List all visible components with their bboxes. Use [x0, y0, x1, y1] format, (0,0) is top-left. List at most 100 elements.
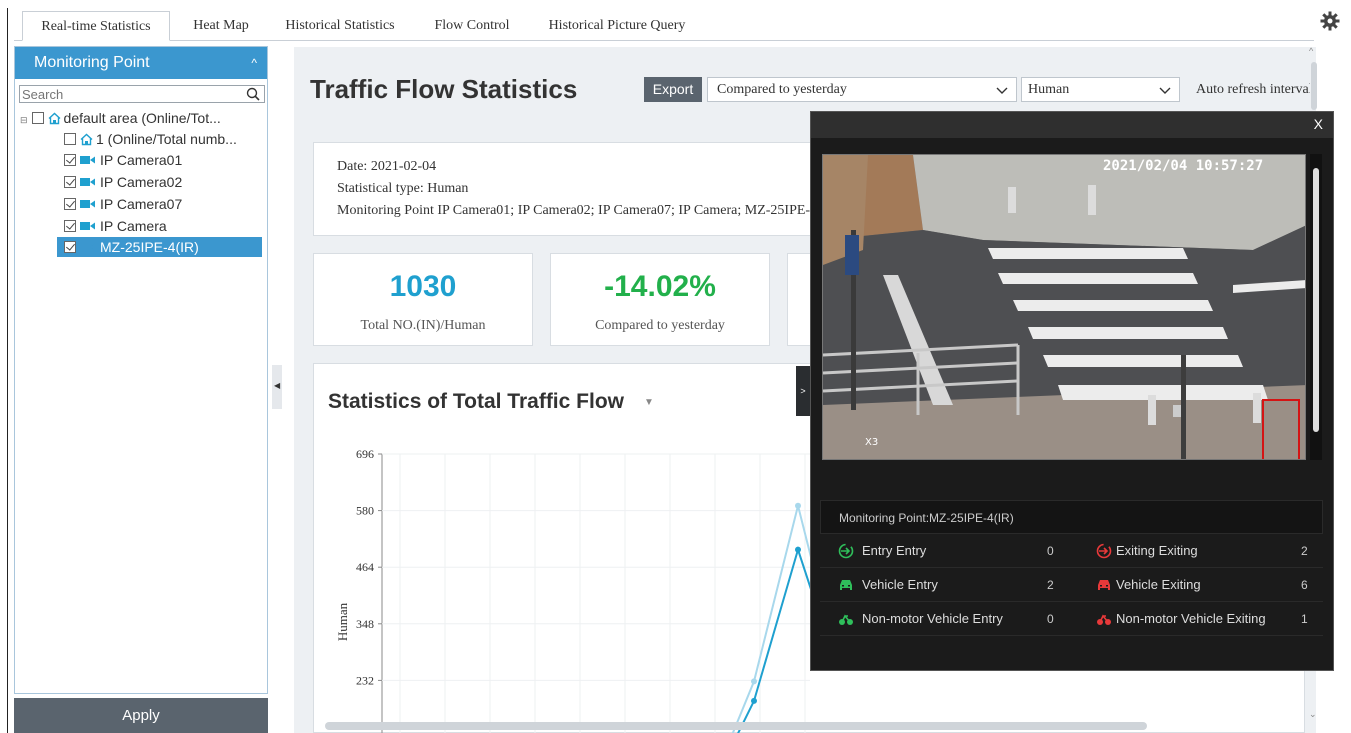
scroll-thumb[interactable] [1313, 168, 1319, 432]
tree-row-default-area[interactable]: ⊟ default area (Online/Tot... [20, 108, 221, 128]
chevron-up-icon[interactable]: ^ [251, 47, 257, 79]
checkbox[interactable] [64, 133, 76, 145]
nonmotor-entry-value: 0 [1047, 612, 1054, 626]
exit-value: 2 [1301, 544, 1308, 558]
vehicle-exit-label: Vehicle Exiting [1116, 577, 1201, 592]
tree-row-area-1[interactable]: 1 (Online/Total numb... [64, 129, 237, 149]
popup-titlebar: X [811, 112, 1333, 138]
compare-label: Compared to yesterday [595, 318, 725, 333]
info-date: Date: 2021-02-04 [337, 159, 437, 174]
stat-row-entry: Entry Entry 0 Exiting Exiting 2 [820, 534, 1323, 568]
y-tick-label: 696 [356, 447, 374, 461]
checkbox[interactable] [64, 198, 76, 210]
apply-button[interactable]: Apply [14, 698, 268, 733]
tab-flow-control[interactable]: Flow Control [422, 11, 522, 41]
popup-scrollbar[interactable] [1310, 154, 1322, 460]
tab-bar: Real-time Statistics Heat Map Historical… [14, 11, 1314, 41]
nonmotor-exit-label: Non-motor Vehicle Exiting [1116, 611, 1266, 626]
camera-icon [80, 243, 95, 251]
scroll-down-icon[interactable]: ⌄ [1309, 709, 1317, 720]
data-point [751, 697, 757, 704]
page-title: Traffic Flow Statistics [310, 74, 578, 104]
data-point [751, 678, 757, 685]
search-icon[interactable] [246, 87, 260, 101]
zoom-indicator: X3 [865, 437, 878, 448]
gear-icon[interactable] [1320, 11, 1340, 31]
window-edge [7, 8, 8, 733]
total-card: 1030 Total NO.(IN)/Human [313, 253, 533, 346]
tree-row-ip-camera[interactable]: IP Camera [64, 216, 167, 236]
stat-row-vehicle: Vehicle Entry 2 Vehicle Exiting 6 [820, 568, 1323, 602]
tree-label: IP Camera02 [100, 174, 183, 190]
info-box: Date: 2021-02-04 Statistical type: Human… [313, 142, 813, 236]
vertical-scrollbar[interactable] [1311, 62, 1317, 110]
expand-panel-handle[interactable]: > [796, 366, 810, 416]
compare-card: -14.02% Compared to yesterday [550, 253, 770, 346]
snapshot-timestamp: 2021/02/04 10:57:27 [1103, 158, 1263, 174]
camera-icon [80, 178, 95, 186]
chevron-down-icon [996, 87, 1008, 94]
scroll-up-icon[interactable]: ^ [1309, 46, 1313, 56]
tree-row-ip-camera01[interactable]: IP Camera01 [64, 150, 182, 170]
entry-value: 0 [1047, 544, 1054, 558]
app-window: Real-time Statistics Heat Map Historical… [0, 0, 1351, 733]
checkbox[interactable] [64, 154, 76, 166]
camera-icon [80, 200, 95, 208]
type-select[interactable]: Human [1021, 77, 1180, 102]
tab-real-time-statistics[interactable]: Real-time Statistics [22, 11, 170, 41]
checkbox[interactable] [64, 220, 76, 232]
data-point [795, 502, 801, 509]
tree-label: IP Camera01 [100, 152, 183, 168]
horizontal-scrollbar[interactable] [325, 722, 1147, 730]
export-button[interactable]: Export [644, 77, 702, 102]
nonmotor-exit-value: 1 [1301, 612, 1308, 626]
house-icon [80, 133, 93, 146]
compare-select[interactable]: Compared to yesterday [707, 77, 1017, 102]
tree-row-ip-camera02[interactable]: IP Camera02 [64, 172, 182, 192]
camera-snapshot: 2021/02/04 10:57:27 X3 [822, 154, 1306, 460]
tab-heat-map[interactable]: Heat Map [178, 11, 264, 41]
car-icon [840, 580, 852, 590]
entry-icon [838, 543, 854, 559]
tree-row-mz-25ipe[interactable]: MZ-25IPE-4(IR) [57, 237, 262, 257]
series-line [731, 505, 810, 733]
chart-dropdown-icon[interactable]: ▼ [644, 397, 654, 408]
line-chart: 696 580 464 348 232 Human [335, 447, 810, 733]
checkbox[interactable] [64, 241, 76, 253]
tab-historical-picture-query[interactable]: Historical Picture Query [536, 11, 698, 41]
auto-refresh-label: Auto refresh interval [1196, 82, 1310, 97]
tree-label: MZ-25IPE-4(IR) [100, 239, 199, 255]
monitoring-point-label: Monitoring Point:MZ-25IPE-4(IR) [820, 500, 1323, 534]
nonmotor-entry-label: Non-motor Vehicle Entry [862, 611, 1003, 626]
snapshot-popup: X 2021/02/04 10:57:27 X3 Monitoring Poin… [810, 111, 1334, 671]
collapse-sidebar-handle[interactable]: ◀ [272, 365, 282, 409]
search-input[interactable] [20, 86, 240, 102]
tab-historical-statistics[interactable]: Historical Statistics [276, 11, 404, 41]
tree-label: IP Camera07 [100, 196, 183, 212]
total-label: Total NO.(IN)/Human [360, 318, 486, 333]
compare-select-value: Compared to yesterday [717, 82, 847, 97]
exit-icon [1096, 543, 1112, 559]
panel-title: Monitoring Point [34, 54, 150, 71]
info-type: Statistical type: Human [337, 181, 469, 196]
data-point [795, 546, 801, 553]
house-icon [48, 112, 61, 125]
tree-label: IP Camera [100, 218, 167, 234]
y-axis-label: Human [335, 602, 350, 641]
chart-title: Statistics of Total Traffic Flow [328, 390, 624, 413]
bicycle-icon [839, 614, 853, 625]
camera-icon [80, 156, 95, 164]
close-icon[interactable]: X [1314, 116, 1323, 132]
checkbox[interactable] [31, 112, 44, 124]
total-value: 1030 [389, 270, 457, 303]
series-line [737, 546, 810, 733]
vehicle-entry-label: Vehicle Entry [862, 577, 938, 592]
camera-icon [80, 222, 95, 230]
panel-header[interactable]: Monitoring Point ^ [15, 47, 267, 79]
stat-row-nonmotor: Non-motor Vehicle Entry 0 Non-motor Vehi… [820, 602, 1323, 636]
expand-icon[interactable]: ⊟ [20, 115, 28, 125]
y-tick-label: 348 [356, 617, 374, 631]
tree-row-ip-camera07[interactable]: IP Camera07 [64, 194, 182, 214]
vehicle-entry-value: 2 [1047, 578, 1054, 592]
checkbox[interactable] [64, 176, 76, 188]
